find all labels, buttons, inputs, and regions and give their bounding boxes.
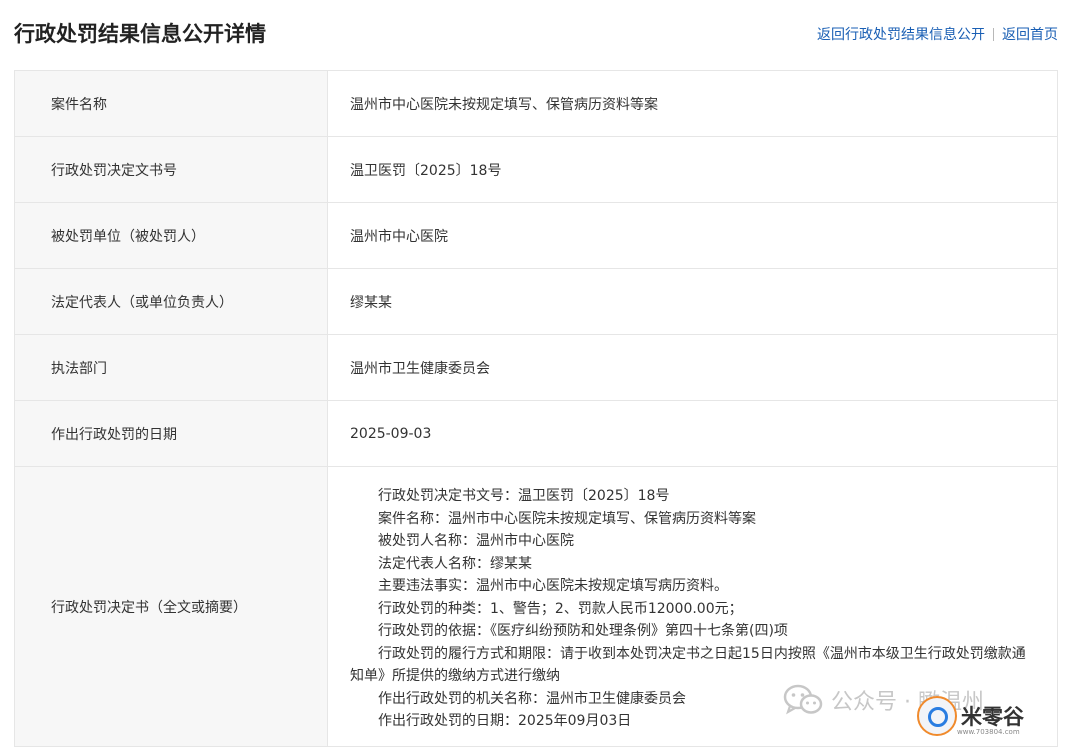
table-row: 行政处罚决定书（全文或摘要） 行政处罚决定书文号：温卫医罚〔2025〕18号 案… <box>14 466 1058 747</box>
row-label-enforcement-department: 执法部门 <box>14 334 328 401</box>
back-to-list-link[interactable]: 返回行政处罚结果信息公开 <box>817 24 985 44</box>
logo-label: 米零谷 <box>961 705 1024 729</box>
table-row: 被处罚单位（被处罚人） 温州市中心医院 <box>14 202 1058 269</box>
row-label-legal-representative: 法定代表人（或单位负责人） <box>14 268 328 335</box>
row-value-enforcement-department: 温州市卫生健康委员会 <box>327 334 1058 401</box>
site-logo: 米零谷 www.703804.com <box>917 694 1063 738</box>
row-value-penalty-date: 2025-09-03 <box>327 400 1058 467</box>
decision-line: 主要违法事实：温州市中心医院未按规定填写病历资料。 <box>378 578 728 594</box>
back-to-home-link[interactable]: 返回首页 <box>1002 24 1058 44</box>
detail-table: 案件名称 温州市中心医院未按规定填写、保管病历资料等案 行政处罚决定文书号 温卫… <box>14 70 1058 747</box>
decision-body: 行政处罚决定书文号：温卫医罚〔2025〕18号 案件名称：温州市中心医院未按规定… <box>328 467 1057 733</box>
header-nav: 返回行政处罚结果信息公开 返回首页 <box>817 24 1058 44</box>
decision-line: 案件名称：温州市中心医院未按规定填写、保管病历资料等案 <box>378 510 756 527</box>
link-divider <box>993 27 994 41</box>
row-label-penalized-party: 被处罚单位（被处罚人） <box>14 202 328 269</box>
table-row: 法定代表人（或单位负责人） 缪某某 <box>14 268 1058 335</box>
row-value-case-name: 温州市中心医院未按规定填写、保管病历资料等案 <box>327 70 1058 137</box>
circle-logo-icon <box>917 696 957 736</box>
row-value-penalized-party: 温州市中心医院 <box>327 202 1058 269</box>
table-row: 执法部门 温州市卫生健康委员会 <box>14 334 1058 401</box>
decision-line: 行政处罚的种类：1、警告；2、罚款人民币12000.00元； <box>378 600 743 617</box>
row-value-legal-representative: 缪某某 <box>327 268 1058 335</box>
row-label-penalty-date: 作出行政处罚的日期 <box>14 400 328 467</box>
logo-url: www.703804.com <box>957 728 1020 736</box>
row-value-document-number: 温卫医罚〔2025〕18号 <box>327 136 1058 203</box>
decision-line: 行政处罚决定书文号：温卫医罚〔2025〕18号 <box>378 488 670 504</box>
row-label-case-name: 案件名称 <box>14 70 328 137</box>
decision-line: 被处罚人名称：温州市中心医院 <box>378 533 574 549</box>
decision-line: 行政处罚的依据：《医疗纠纷预防和处理条例》第四十七条第(四)项 <box>378 623 788 639</box>
page-header: 行政处罚结果信息公开详情 返回行政处罚结果信息公开 返回首页 <box>0 0 1080 70</box>
table-row: 行政处罚决定文书号 温卫医罚〔2025〕18号 <box>14 136 1058 203</box>
row-label-document-number: 行政处罚决定文书号 <box>14 136 328 203</box>
decision-line: 行政处罚的履行方式和期限：请于收到本处罚决定书之日起15日内按照《温州市本级卫生… <box>350 645 1026 685</box>
table-row: 作出行政处罚的日期 2025-09-03 <box>14 400 1058 467</box>
page-title: 行政处罚结果信息公开详情 <box>14 22 266 46</box>
decision-line: 法定代表人名称：缪某某 <box>378 555 532 572</box>
table-row: 案件名称 温州市中心医院未按规定填写、保管病历资料等案 <box>14 70 1058 137</box>
row-label-decision-text: 行政处罚决定书（全文或摘要） <box>14 466 328 747</box>
